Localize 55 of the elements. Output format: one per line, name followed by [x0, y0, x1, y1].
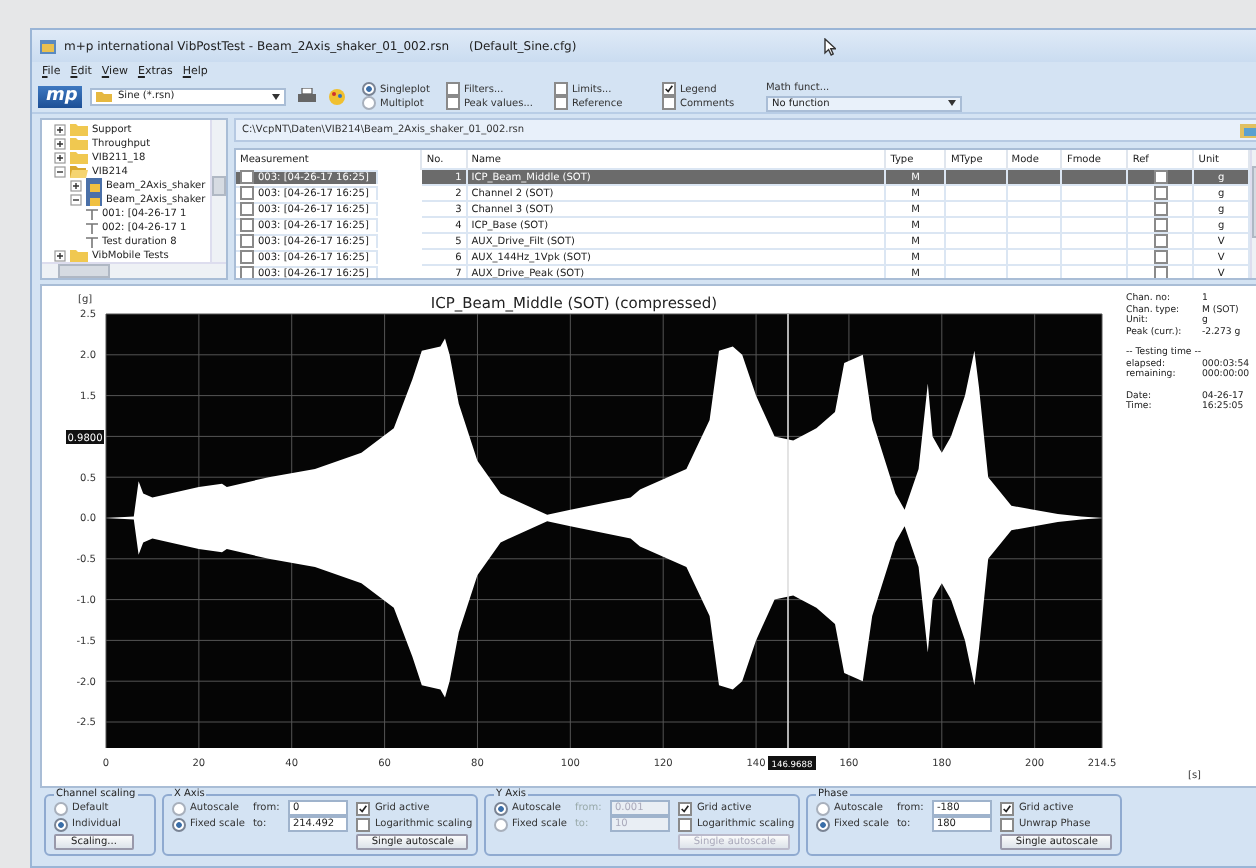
- checkbox[interactable]: [445, 82, 460, 96]
- checkbox[interactable]: [1000, 801, 1015, 815]
- caret-icon: [272, 93, 280, 99]
- radio-button[interactable]: [172, 817, 186, 831]
- checkbox[interactable]: [445, 96, 460, 110]
- scrollbar[interactable]: [42, 262, 226, 278]
- checkbox[interactable]: [661, 96, 676, 110]
- expand-icon[interactable]: [54, 137, 66, 149]
- checkbox[interactable]: [1153, 218, 1168, 232]
- expand-icon[interactable]: [70, 179, 82, 191]
- radio-button[interactable]: [172, 801, 186, 815]
- radio-button[interactable]: [362, 96, 376, 110]
- folder-icon: [96, 90, 112, 102]
- collapse-icon[interactable]: [70, 193, 82, 205]
- scrollbar[interactable]: [210, 120, 226, 264]
- checkbox[interactable]: [356, 801, 371, 815]
- collapse-icon[interactable]: [54, 165, 66, 177]
- checkbox[interactable]: [240, 170, 254, 184]
- radio-button[interactable]: [494, 801, 508, 815]
- checkbox[interactable]: [240, 186, 254, 200]
- checkbox[interactable]: [553, 82, 568, 96]
- printer-icon: [298, 88, 316, 104]
- radio-button[interactable]: [816, 817, 830, 831]
- checkbox[interactable]: [1153, 170, 1168, 184]
- checkbox[interactable]: [240, 218, 254, 232]
- logo: mp: [38, 85, 82, 107]
- checkbox[interactable]: [240, 250, 254, 264]
- app-icon: [40, 39, 56, 53]
- folder-image-icon: [1240, 123, 1256, 137]
- checkbox[interactable]: [1000, 817, 1015, 831]
- expand-icon[interactable]: [54, 123, 66, 135]
- pointer-icon: [824, 37, 837, 55]
- checkbox[interactable]: [661, 82, 676, 96]
- checkbox[interactable]: [240, 202, 254, 216]
- radio-button[interactable]: [362, 82, 376, 96]
- checkbox[interactable]: [678, 817, 693, 831]
- expand-icon[interactable]: [54, 249, 66, 261]
- palette-icon: [328, 87, 346, 105]
- radio-button[interactable]: [54, 801, 68, 815]
- checkbox[interactable]: [356, 817, 371, 831]
- radio-button[interactable]: [54, 817, 68, 831]
- checkbox[interactable]: [1153, 250, 1168, 264]
- checkbox[interactable]: [1153, 234, 1168, 248]
- radio-button[interactable]: [816, 801, 830, 815]
- checkbox[interactable]: [1153, 202, 1168, 216]
- checkbox[interactable]: [553, 96, 568, 110]
- checkbox[interactable]: [678, 801, 693, 815]
- checkbox[interactable]: [1153, 266, 1168, 278]
- caret-icon: [947, 100, 956, 106]
- checkbox[interactable]: [240, 266, 254, 278]
- checkbox[interactable]: [240, 234, 254, 248]
- radio-button[interactable]: [494, 817, 508, 831]
- checkbox[interactable]: [1153, 186, 1168, 200]
- expand-icon[interactable]: [54, 151, 66, 163]
- open-folder-icon: [70, 164, 88, 178]
